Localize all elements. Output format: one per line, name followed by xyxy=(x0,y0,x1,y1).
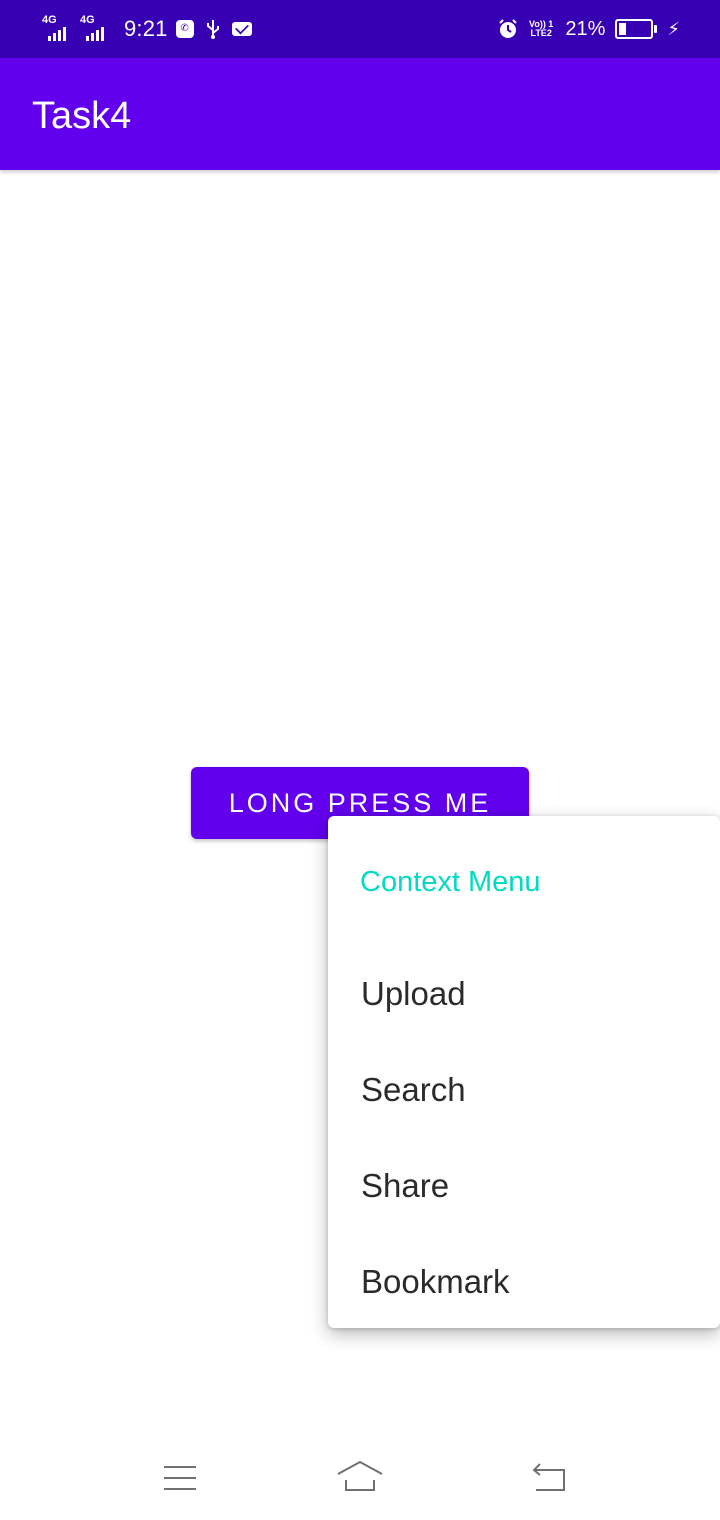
signal-icon: 4G xyxy=(80,15,114,43)
charging-icon: ⚡ xyxy=(667,18,680,39)
app-notification-icon: ✆ xyxy=(175,20,194,38)
signal-network-label: 4G xyxy=(80,14,95,26)
status-bar: 4G 4G 9:21 ✆ Vo)) 1 LTE2 21% ⚡ xyxy=(0,0,720,58)
menu-item-label: Share xyxy=(361,1167,450,1204)
navigation-bar xyxy=(0,1430,720,1520)
signal-icon: 4G xyxy=(42,15,76,43)
menu-item-upload[interactable]: Upload xyxy=(328,946,720,1042)
clock: 9:21 xyxy=(124,16,168,41)
volte-icon: Vo)) 1 LTE2 xyxy=(529,20,553,38)
home-icon[interactable] xyxy=(330,1458,390,1498)
mail-icon xyxy=(231,22,252,36)
usb-icon xyxy=(204,18,222,40)
signal-network-label: 4G xyxy=(42,14,57,26)
menu-item-bookmark[interactable]: Bookmark xyxy=(328,1234,720,1330)
menu-item-label: Search xyxy=(361,1071,466,1108)
menu-item-label: Upload xyxy=(361,975,466,1012)
context-menu: Context Menu Upload Search Share Bookmar… xyxy=(328,816,720,1328)
menu-item-label: Bookmark xyxy=(361,1263,510,1300)
battery-icon xyxy=(615,19,658,39)
context-menu-header: Context Menu xyxy=(360,866,541,898)
menu-item-share[interactable]: Share xyxy=(328,1138,720,1234)
app-title: Task4 xyxy=(32,95,132,137)
alarm-icon xyxy=(497,18,519,40)
status-bar-right: Vo)) 1 LTE2 21% ⚡ xyxy=(497,12,680,46)
back-icon[interactable] xyxy=(518,1458,578,1498)
status-bar-left: 4G 4G 9:21 ✆ xyxy=(42,12,262,46)
menu-item-search[interactable]: Search xyxy=(328,1042,720,1138)
battery-percent: 21% xyxy=(565,17,606,40)
volte-label-bottom: LTE2 xyxy=(530,28,552,38)
app-bar: Task4 xyxy=(0,58,720,170)
menu-icon[interactable] xyxy=(150,1458,210,1498)
